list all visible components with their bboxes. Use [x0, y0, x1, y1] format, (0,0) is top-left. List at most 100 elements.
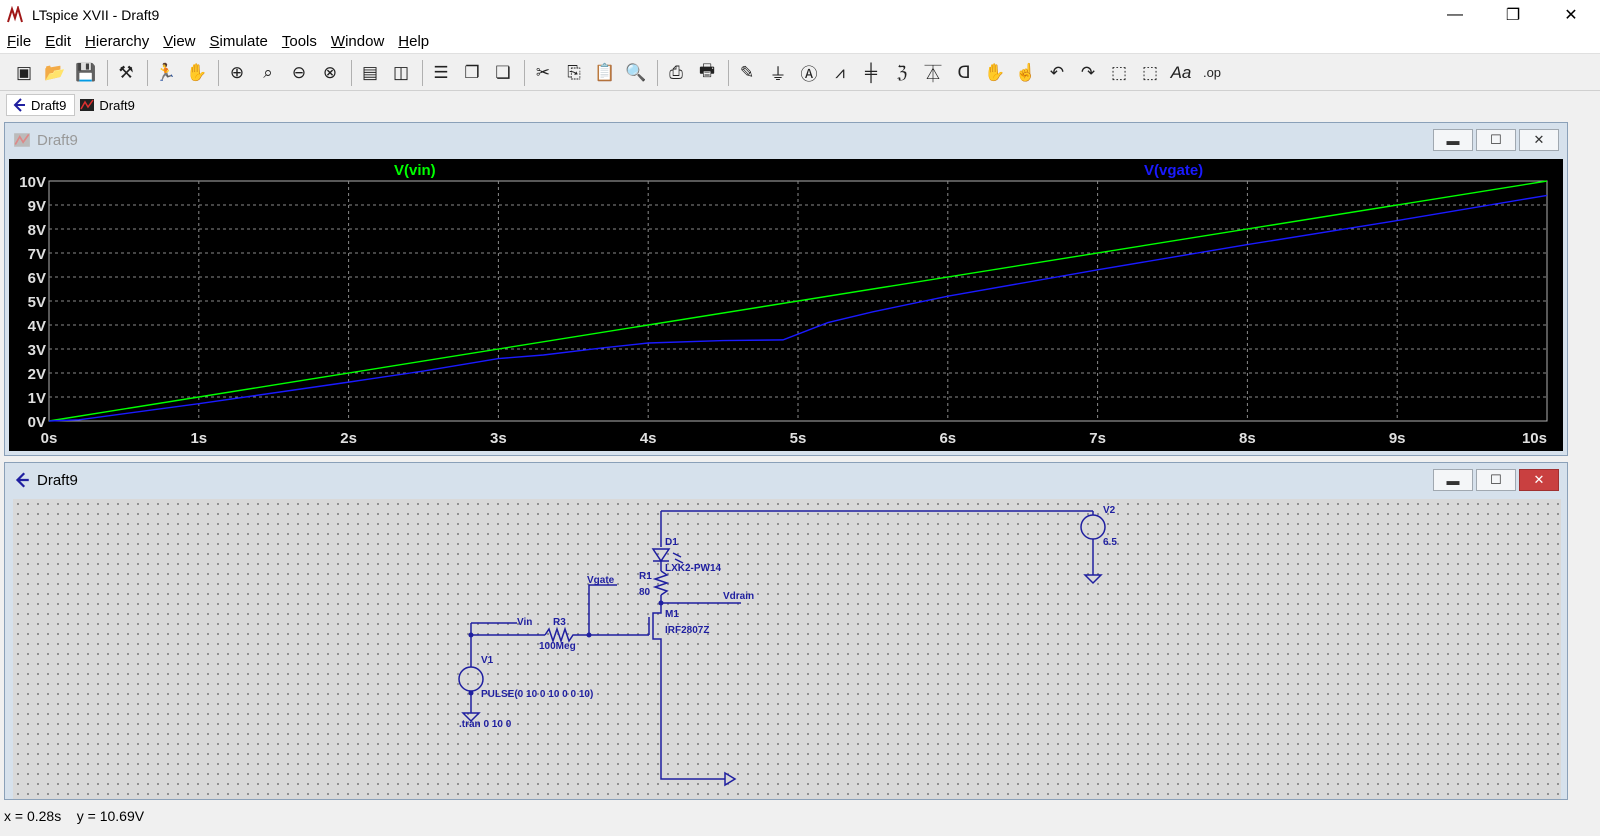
menu-simulate[interactable]: Simulate [203, 33, 275, 50]
document-tabs: Draft9 Draft9 [0, 92, 1600, 118]
inductor-icon[interactable]: ℨ [888, 59, 916, 87]
move-icon[interactable]: ✋ [981, 59, 1009, 87]
schematic-maximize-button[interactable]: ☐ [1476, 469, 1516, 491]
paste-icon[interactable]: 📋 [591, 59, 619, 87]
legend-entry: V(vin) [394, 162, 436, 179]
zoom-fit-icon[interactable]: ⊗ [316, 59, 344, 87]
zoom-in-icon[interactable]: ⊕ [223, 59, 251, 87]
resistor-r3 [544, 626, 589, 644]
y-tick-label: 10V [19, 174, 46, 191]
zoom-out-icon[interactable]: ⊖ [285, 59, 313, 87]
open-icon[interactable]: 📂 [41, 59, 69, 87]
menu-hierarchy[interactable]: Hierarchy [78, 33, 156, 50]
schematic-icon [15, 472, 29, 488]
y-tick-label: 6V [28, 270, 46, 287]
voltage-source-v1 [458, 666, 484, 692]
voltage-source-v2 [1080, 514, 1106, 540]
y-tick-label: 5V [28, 294, 46, 311]
waveform-close-button[interactable]: ✕ [1519, 129, 1559, 151]
pan-icon[interactable]: ⌕ [254, 59, 282, 87]
menu-edit[interactable]: Edit [38, 33, 78, 50]
output-arrow [724, 771, 737, 787]
ground-v2 [1083, 574, 1103, 585]
waveform-window-titlebar: Draft9 ▬ ☐ ✕ [5, 123, 1567, 157]
y-tick-label: 2V [28, 366, 46, 383]
rotate-icon[interactable]: ⬚ [1105, 59, 1133, 87]
waveform-plot[interactable]: 0s 1s 2s 3s 4s 5s 6s 7s 8s 9s 10s 0V 1V 2V 3V 4V 5V 6V 7V 8… [9, 159, 1563, 451]
d1-label: D1 [665, 537, 678, 548]
schematic-canvas[interactable]: V2 6.5 D1 LXK2-PW14 R1 80 Vgate Vdrain M… [13, 499, 1561, 799]
diode-icon[interactable]: ⏄ [919, 59, 947, 87]
x-tick-label: 9s [1389, 430, 1406, 447]
find-icon[interactable]: 🔍 [622, 59, 650, 87]
menu-help[interactable]: Help [391, 33, 436, 50]
restore-button[interactable]: ❐ [1484, 0, 1542, 30]
m1-label: M1 [665, 609, 679, 620]
label-net-icon[interactable]: Ⓐ [795, 59, 823, 87]
tile-vertical-icon[interactable]: ❏ [489, 59, 517, 87]
undo-icon[interactable]: ↶ [1043, 59, 1071, 87]
autorange-icon[interactable]: ▤ [356, 59, 384, 87]
resistor-r1 [652, 570, 670, 596]
capacitor-icon[interactable]: ╪ [857, 59, 885, 87]
ground-icon[interactable]: ⏚ [764, 59, 792, 87]
v1-label: V1 [481, 655, 494, 666]
menu-file[interactable]: File [0, 33, 38, 50]
resistor-icon[interactable]: ⩘ [826, 59, 854, 87]
status-bar: x = 0.28s y = 10.69V [0, 802, 1600, 836]
waveform-icon [80, 99, 95, 111]
vin-label: Vin [517, 617, 532, 628]
menu-window[interactable]: Window [324, 33, 391, 50]
schematic-window-title: Draft9 [37, 471, 78, 489]
halt-icon[interactable]: ✋ [183, 59, 211, 87]
cursor-readout: x = 0.28s y = 10.69V [4, 808, 145, 824]
y-tick-label: 3V [28, 342, 46, 359]
plot-area[interactable]: 0s 1s 2s 3s 4s 5s 6s 7s 8s 9s 10s 0V 1V 2V 3V 4V 5V 6V 7V 8… [9, 159, 1563, 451]
tab-schematic[interactable]: Draft9 [6, 94, 76, 116]
vgate-label: Vgate [587, 575, 615, 586]
draw-wire-icon[interactable]: ✎ [733, 59, 761, 87]
r1-value: 80 [639, 587, 651, 598]
run-icon[interactable]: 🏃 [152, 59, 180, 87]
waveform-maximize-button[interactable]: ☐ [1476, 129, 1516, 151]
redo-icon[interactable]: ↷ [1074, 59, 1102, 87]
print-icon[interactable]: 🖶 [693, 59, 721, 87]
v2-label: V2 [1103, 505, 1116, 516]
text-icon[interactable]: Aa [1167, 59, 1195, 87]
print-setup-icon[interactable]: ⎙ [662, 59, 690, 87]
drag-icon[interactable]: ☝ [1012, 59, 1040, 87]
x-tick-label: 4s [640, 430, 657, 447]
minimize-button[interactable]: — [1426, 0, 1484, 30]
r1-label: R1 [639, 571, 652, 582]
schematic-icon [13, 98, 25, 112]
waveform-window-title: Draft9 [37, 131, 78, 149]
component-icon[interactable]: ᗡ [950, 59, 978, 87]
d1-model: LXK2-PW14 [665, 563, 722, 574]
reset-icon[interactable]: ◫ [387, 59, 415, 87]
menu-bar: File Edit Hierarchy View Simulate Tools … [0, 30, 1600, 54]
tran-directive[interactable]: .tran 0 10 0 [459, 719, 512, 730]
menu-tools[interactable]: Tools [275, 33, 324, 50]
spice-directive-icon[interactable]: .op [1198, 59, 1226, 87]
control-panel-icon[interactable]: ⚒ [112, 59, 140, 87]
new-schematic-icon[interactable]: ▣ [10, 59, 38, 87]
schematic-minimize-button[interactable]: ▬ [1433, 469, 1473, 491]
vdrain-label: Vdrain [723, 591, 754, 602]
tile-horizontal-icon[interactable]: ☰ [427, 59, 455, 87]
close-button[interactable]: ✕ [1542, 0, 1600, 30]
copy-icon[interactable]: ⎘ [560, 59, 588, 87]
tab-waveform[interactable]: Draft9 [75, 94, 142, 116]
schematic-close-button[interactable]: ✕ [1519, 469, 1559, 491]
schematic-window: Draft9 ▬ ☐ ✕ V2 6.5 D1 LXK2-PW14 R1 80 V… [4, 462, 1568, 800]
save-icon[interactable]: 💾 [72, 59, 100, 87]
mirror-icon[interactable]: ⬚ [1136, 59, 1164, 87]
r3-value: 100Meg [539, 641, 576, 652]
cascade-icon[interactable]: ❐ [458, 59, 486, 87]
schematic-drawing[interactable]: V2 6.5 D1 LXK2-PW14 R1 80 Vgate Vdrain M… [13, 499, 1561, 799]
v1-value: PULSE(0 10 0 10 0 0 10) [481, 689, 593, 700]
menu-view[interactable]: View [156, 33, 202, 50]
v2-value: 6.5 [1103, 537, 1117, 548]
cut-icon[interactable]: ✂ [529, 59, 557, 87]
toolbar: ▣ 📂 💾 ⚒ 🏃 ✋ ⊕ ⌕ ⊖ ⊗ ▤ ◫ ☰ ❐ ❏ ✂ ⎘ 📋 🔍 ⎙ … [0, 55, 1600, 91]
waveform-minimize-button[interactable]: ▬ [1433, 129, 1473, 151]
